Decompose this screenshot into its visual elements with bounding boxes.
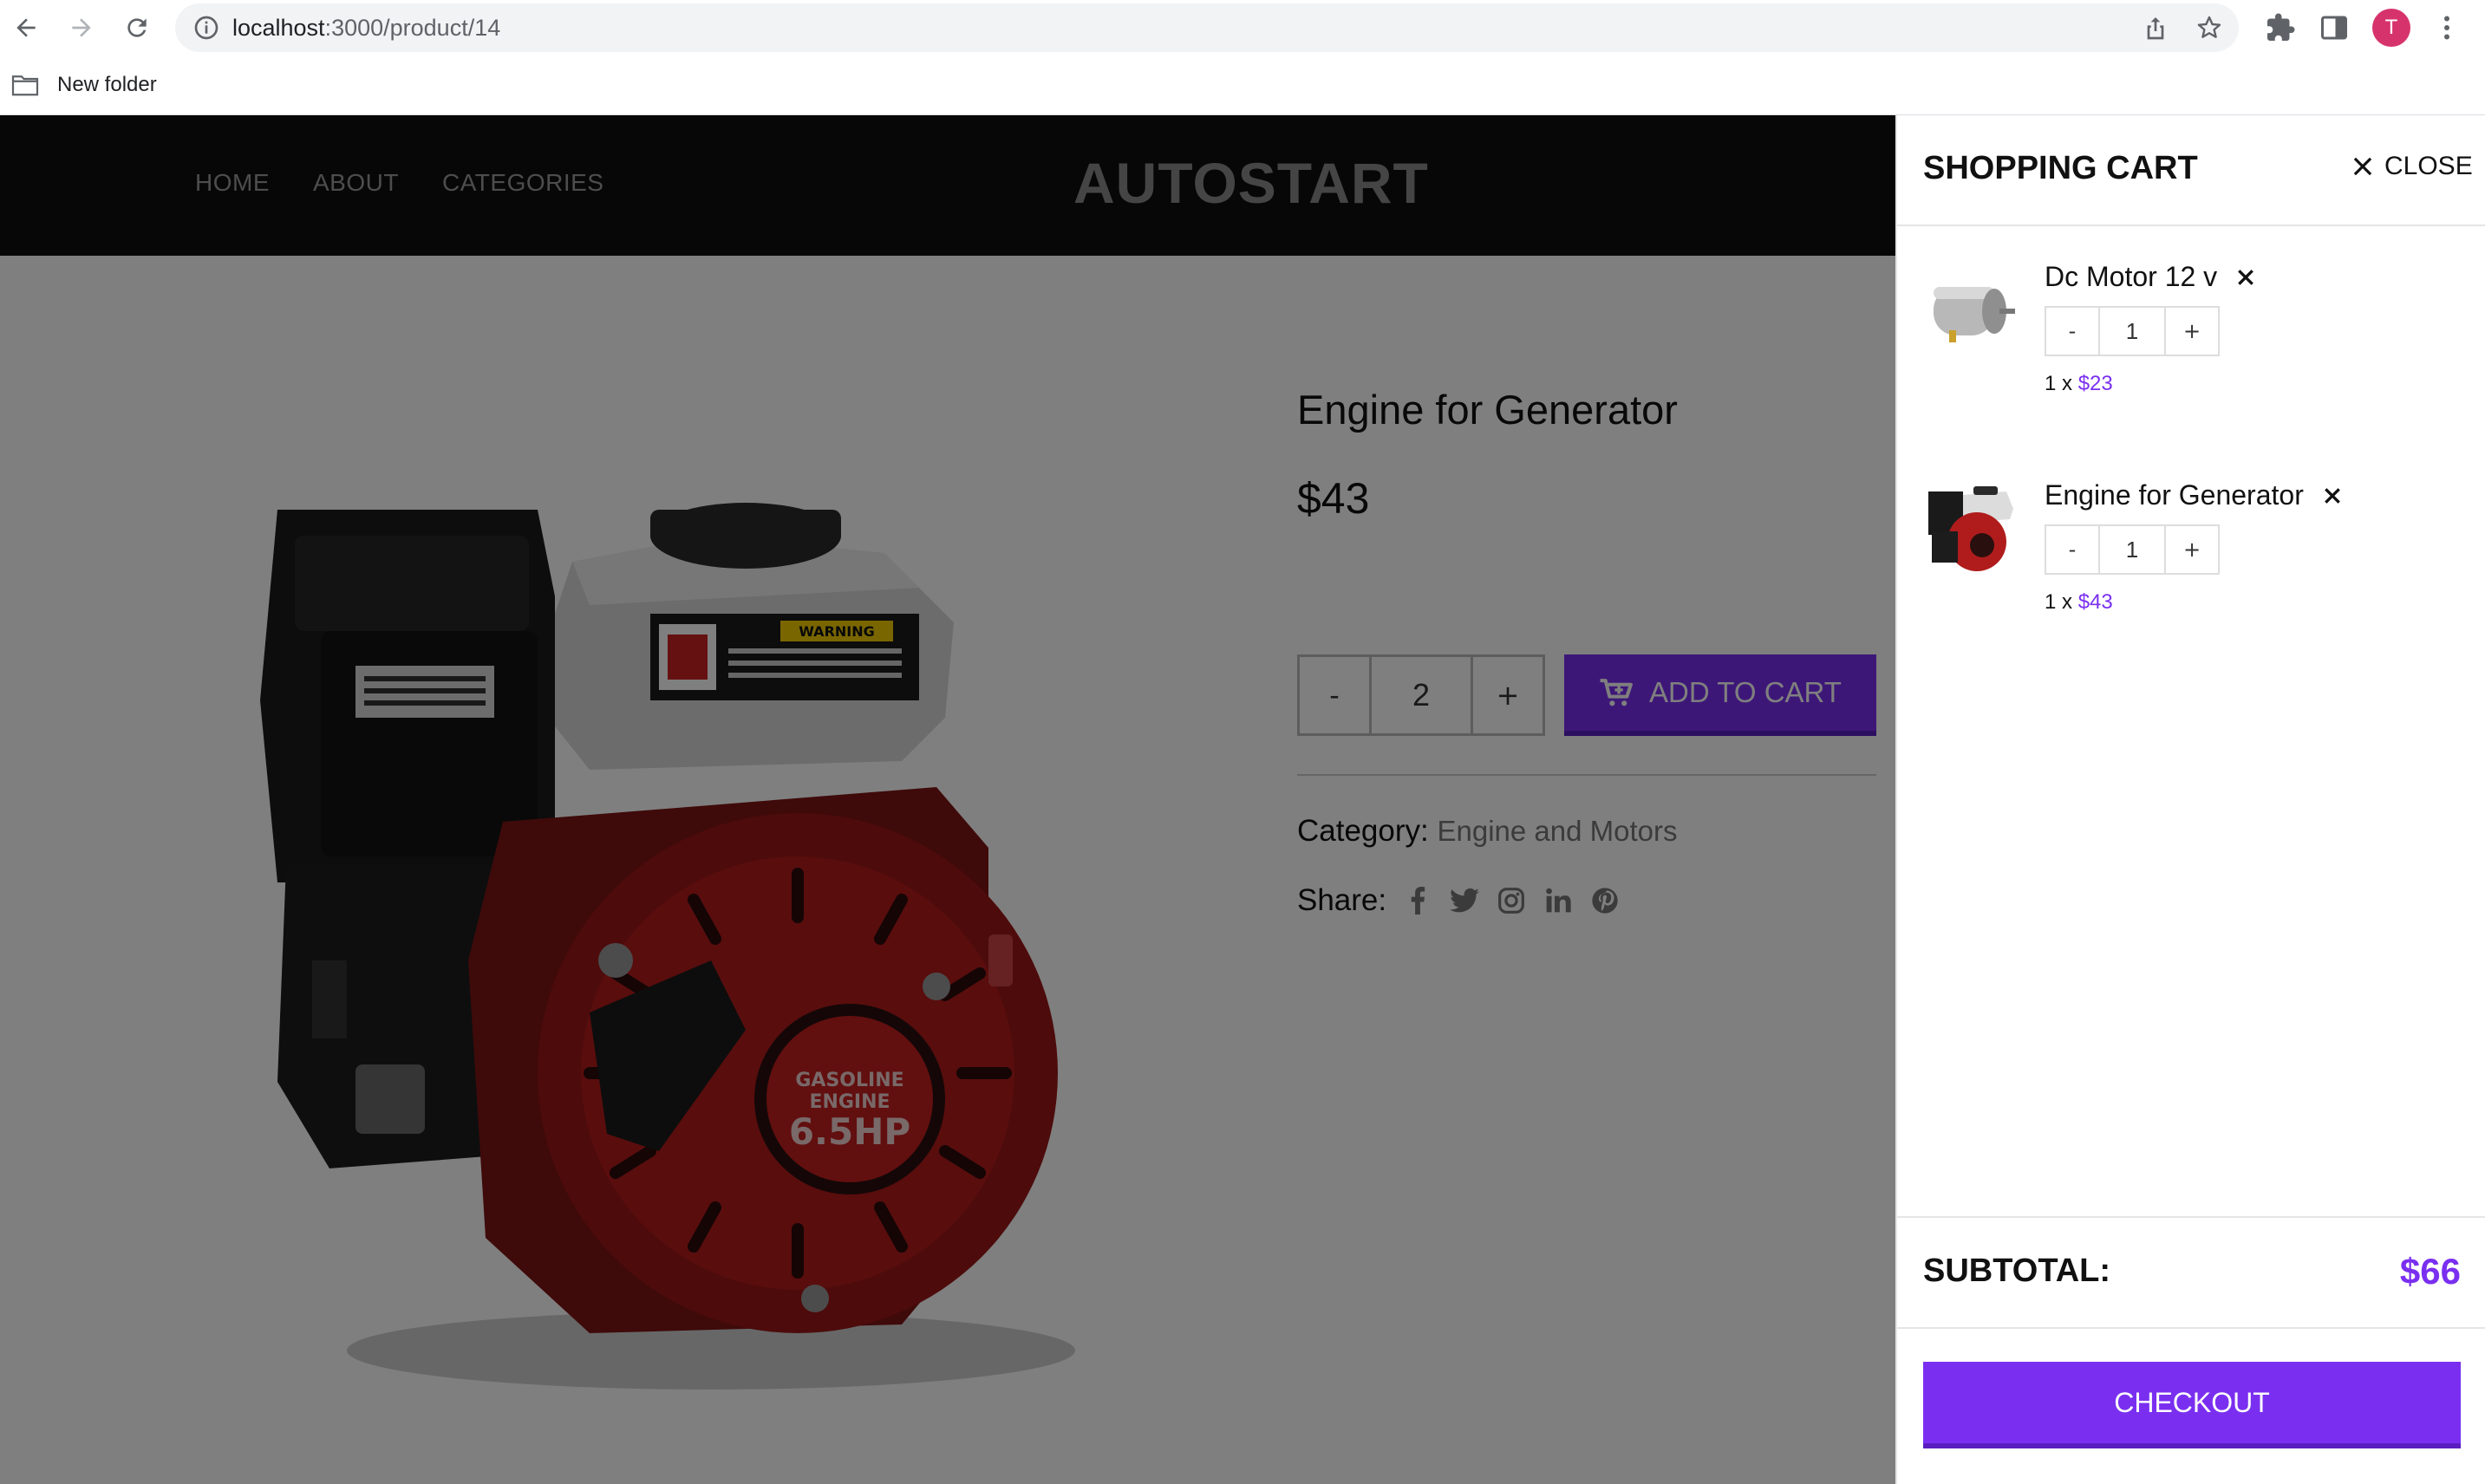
side-panel-icon[interactable]	[2319, 12, 2350, 43]
cart-item-line-qty: 1 x	[2045, 372, 2073, 395]
cart-item-name: Dc Motor 12 v	[2045, 261, 2255, 293]
back-arrow-icon	[16, 18, 36, 37]
cart-item-quantity-stepper: - 1 +	[2045, 306, 2220, 356]
cart-qty-value[interactable]: 1	[2098, 526, 2166, 573]
subtotal-label: SUBTOTAL:	[1923, 1253, 2111, 1289]
forward-button[interactable]	[61, 7, 102, 49]
cart-subtotal: SUBTOTAL: $66	[1897, 1216, 2485, 1329]
cart-item-line-qty: 1 x	[2045, 590, 2073, 614]
url-host: localhost	[232, 15, 325, 41]
share-page-icon[interactable]	[2142, 14, 2169, 42]
cart-qty-decrease-button[interactable]: -	[2046, 526, 2098, 573]
back-button[interactable]	[5, 7, 47, 49]
cart-item-price: $23	[2077, 372, 2113, 395]
folder-icon	[11, 75, 39, 96]
remove-item-icon[interactable]	[2323, 486, 2342, 505]
profile-avatar[interactable]: T	[2372, 9, 2410, 47]
bookmark-folder[interactable]: New folder	[10, 69, 157, 101]
cart-close-button[interactable]: CLOSE	[2351, 152, 2473, 181]
menu-kebab-icon[interactable]	[2431, 12, 2462, 43]
cart-item-name: Engine for Generator	[2045, 479, 2342, 511]
cart-item-price: $43	[2077, 590, 2113, 614]
remove-item-icon[interactable]	[2236, 268, 2255, 287]
forward-arrow-icon	[72, 18, 91, 37]
cart-title: SHOPPING CART	[1923, 150, 2198, 186]
dc-motor-thumbnail	[1934, 287, 2015, 342]
cart-item: Engine for Generator - 1 + 1 x $43	[1923, 479, 2461, 627]
url-text: localhost:3000/product/14	[232, 14, 500, 42]
checkout-button[interactable]: CHECKOUT	[1923, 1362, 2461, 1448]
cart-close-label: CLOSE	[2384, 152, 2473, 180]
cart-item-line-total: 1 x $23	[2045, 372, 2113, 396]
cart-qty-decrease-button[interactable]: -	[2046, 308, 2098, 355]
reload-button[interactable]	[116, 7, 158, 49]
cart-qty-value[interactable]: 1	[2098, 308, 2166, 355]
cart-item: Dc Motor 12 v - 1 + 1 x $23	[1923, 261, 2461, 408]
cart-item-title: Dc Motor 12 v	[2045, 261, 2218, 292]
reload-icon	[127, 18, 147, 37]
extensions-icon[interactable]	[2265, 12, 2296, 43]
cart-header: SHOPPING CART CLOSE	[1897, 115, 2485, 226]
cart-item-quantity-stepper: - 1 +	[2045, 524, 2220, 575]
bookmark-star-icon[interactable]	[2195, 14, 2223, 42]
site-info-icon[interactable]	[192, 14, 220, 42]
cart-qty-increase-button[interactable]: +	[2166, 526, 2218, 573]
cart-qty-increase-button[interactable]: +	[2166, 308, 2218, 355]
bookmarks-bar: New folder	[0, 55, 2485, 115]
cart-item-line-total: 1 x $43	[2045, 590, 2113, 615]
subtotal-value: $66	[2399, 1251, 2461, 1292]
bookmark-label: New folder	[57, 73, 157, 96]
url-path: :3000/product/14	[324, 15, 501, 41]
close-icon	[2353, 157, 2372, 176]
browser-toolbar: localhost:3000/product/14 T	[0, 0, 2485, 55]
page-dim-overlay[interactable]	[0, 115, 1895, 1484]
site-viewport: HOME ABOUT CATEGORIES AUTOSTART WARNING	[0, 115, 2485, 1484]
address-bar[interactable]: localhost:3000/product/14	[175, 3, 2239, 52]
shopping-cart-drawer: SHOPPING CART CLOSE Dc Motor 12 v - 1 + …	[1895, 115, 2485, 1484]
cart-item-title: Engine for Generator	[2045, 479, 2304, 511]
engine-thumbnail	[1928, 486, 2013, 571]
